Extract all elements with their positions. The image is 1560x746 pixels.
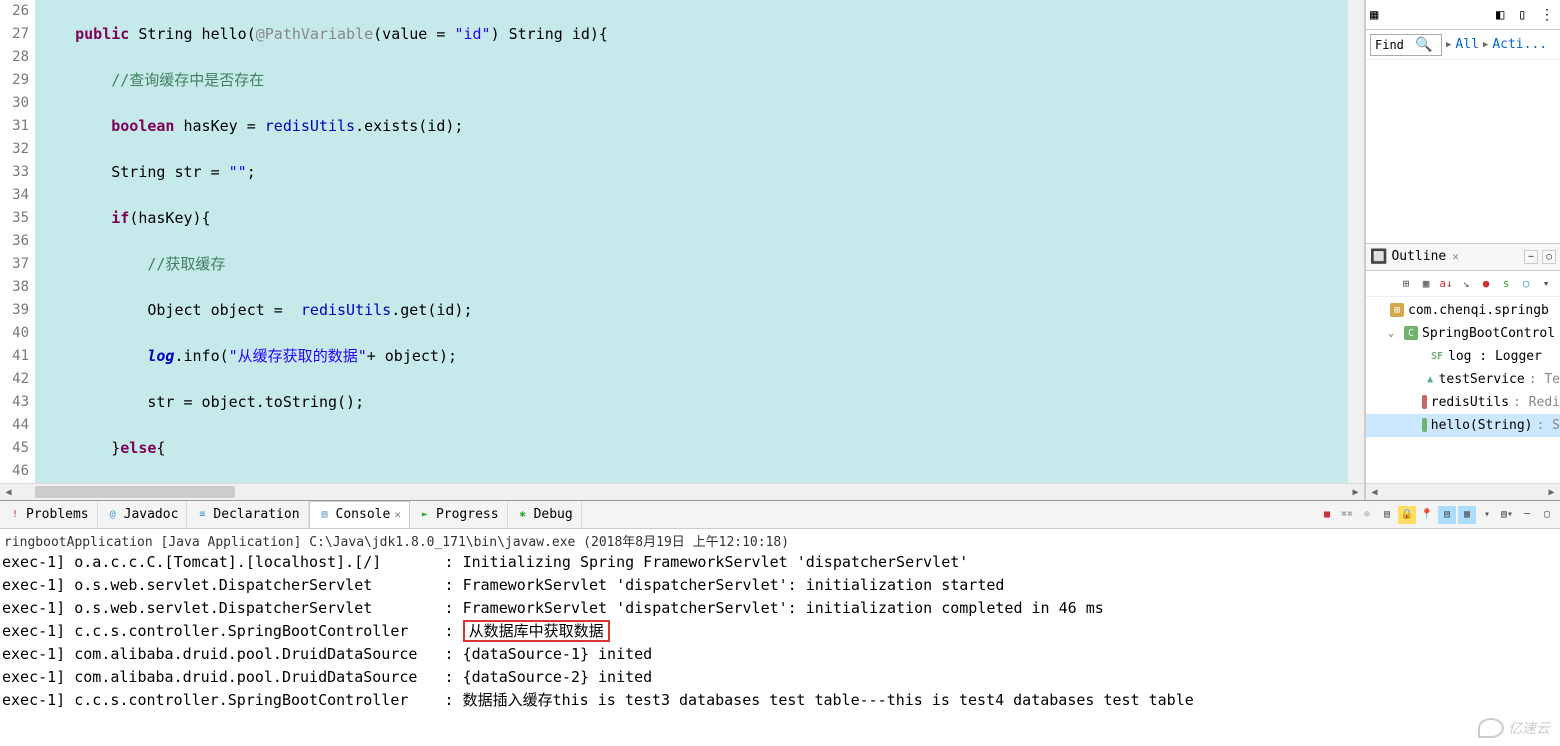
open-console-button[interactable]: ▾ bbox=[1478, 506, 1496, 524]
line-gutter: 2627282930313233343536373839404142434445… bbox=[0, 0, 35, 483]
remove-button[interactable]: ✖✖ bbox=[1338, 506, 1356, 524]
grn-icon bbox=[1422, 418, 1427, 432]
terminate-button[interactable]: ■ bbox=[1318, 506, 1336, 524]
tab-icon: @ bbox=[106, 508, 120, 522]
find-input[interactable]: 🔍 bbox=[1370, 34, 1442, 56]
scroll-right-icon[interactable]: ▶ bbox=[1347, 487, 1364, 498]
outline-item[interactable]: ▲testService : Te bbox=[1366, 368, 1560, 391]
editor-vscroll[interactable] bbox=[1347, 0, 1364, 483]
watermark-logo-icon bbox=[1478, 718, 1504, 738]
outline-toolbar: ⊞ ▦ a↓ ↘ ● s ○ ▾ bbox=[1366, 271, 1560, 297]
sort-icon[interactable]: ▦ bbox=[1418, 275, 1434, 291]
console-output[interactable]: exec-1] o.a.c.c.C.[Tomcat].[localhost].[… bbox=[0, 551, 1560, 746]
outline-hscroll[interactable]: ◀ ▶ bbox=[1366, 483, 1560, 500]
max-button[interactable]: ▢ bbox=[1538, 506, 1556, 524]
tri-icon: ▲ bbox=[1426, 372, 1435, 386]
tab-icon: ✱ bbox=[516, 508, 530, 522]
outline-item[interactable]: ⊞com.chenqi.springb bbox=[1366, 299, 1560, 322]
toolbar-icon[interactable]: ▯ bbox=[1518, 7, 1534, 23]
toolbar-icon[interactable]: ⋮ bbox=[1540, 7, 1556, 23]
tab-progress[interactable]: ►Progress bbox=[410, 501, 508, 528]
remove-all-button[interactable]: ⊗ bbox=[1358, 506, 1376, 524]
tab-declaration[interactable]: ≡Declaration bbox=[187, 501, 308, 528]
console-line: exec-1] o.s.web.servlet.DispatcherServle… bbox=[2, 574, 1560, 597]
console-line: exec-1] c.c.s.controller.SpringBootContr… bbox=[2, 620, 1560, 643]
find-all-link[interactable]: All bbox=[1455, 37, 1478, 52]
console-line: exec-1] com.alibaba.druid.pool.DruidData… bbox=[2, 643, 1560, 666]
pin-button[interactable]: 📍 bbox=[1418, 506, 1436, 524]
code-editor[interactable]: public String hello(@PathVariable(value … bbox=[35, 0, 1347, 483]
outline-header: 🔲 Outline ✕ ─ ▢ bbox=[1366, 243, 1560, 271]
filter-icon[interactable]: s bbox=[1498, 275, 1514, 291]
cls-icon: C bbox=[1404, 326, 1418, 340]
console-line: exec-1] com.alibaba.druid.pool.DruidData… bbox=[2, 666, 1560, 689]
close-icon[interactable]: ✕ bbox=[1452, 250, 1459, 263]
sf-icon: SF bbox=[1430, 349, 1444, 363]
console-line: exec-1] c.c.s.controller.SpringBootContr… bbox=[2, 689, 1560, 712]
chevron-right-icon: ▶ bbox=[1483, 40, 1488, 50]
watermark: 亿速云 bbox=[1478, 718, 1550, 738]
chevron-right-icon: ▶ bbox=[1446, 40, 1451, 50]
filter-icon[interactable]: ○ bbox=[1518, 275, 1534, 291]
outline-icon: 🔲 bbox=[1370, 249, 1387, 265]
tab-debug[interactable]: ✱Debug bbox=[508, 501, 582, 528]
console-line: exec-1] o.a.c.c.C.[Tomcat].[localhost].[… bbox=[2, 551, 1560, 574]
outline-tree[interactable]: ⊞com.chenqi.springb⌄CSpringBootControlSF… bbox=[1366, 297, 1560, 484]
menu-icon[interactable]: ▾ bbox=[1538, 275, 1554, 291]
tab-javadoc[interactable]: @Javadoc bbox=[98, 501, 188, 528]
outline-title: Outline bbox=[1391, 249, 1446, 264]
minimize-button[interactable]: ─ bbox=[1524, 250, 1538, 264]
pkg-icon: ⊞ bbox=[1390, 303, 1404, 317]
tab-icon: ≡ bbox=[195, 508, 209, 522]
outline-item[interactable]: ⌄CSpringBootControl bbox=[1366, 322, 1560, 345]
toolbar-icon[interactable]: ▦ bbox=[1370, 7, 1386, 23]
maximize-button[interactable]: ▢ bbox=[1542, 250, 1556, 264]
focus-icon[interactable]: ⊞ bbox=[1398, 275, 1414, 291]
tab-icon: ▤ bbox=[318, 508, 332, 522]
editor-hscroll[interactable]: ◀ ▶ bbox=[0, 483, 1364, 500]
sq-icon bbox=[1422, 395, 1427, 409]
scroll-lock-button[interactable]: 🔒 bbox=[1398, 506, 1416, 524]
filter-icon[interactable]: ● bbox=[1478, 275, 1494, 291]
outline-item[interactable]: SFlog : Logger bbox=[1366, 345, 1560, 368]
scroll-thumb[interactable] bbox=[35, 486, 235, 498]
right-panel: ▦ ◧ ▯ ⋮ 🔍 ▶ All ▶ Acti... 🔲 Outline ✕ ─ … bbox=[1365, 0, 1560, 500]
editor-area: 2627282930313233343536373839404142434445… bbox=[0, 0, 1365, 500]
tab-icon: ► bbox=[418, 508, 432, 522]
tab-problems[interactable]: !Problems bbox=[0, 501, 98, 528]
tab-bar: !Problems@Javadoc≡Declaration▤Console✕►P… bbox=[0, 501, 1560, 529]
tab-icon: ! bbox=[8, 508, 22, 522]
bottom-panel: !Problems@Javadoc≡Declaration▤Console✕►P… bbox=[0, 500, 1560, 746]
display-button[interactable]: ▤ bbox=[1438, 506, 1456, 524]
toolbar-icon[interactable]: ◧ bbox=[1496, 7, 1512, 23]
console-subtitle: ringbootApplication [Java Application] C… bbox=[0, 529, 1560, 551]
hide-icon[interactable]: ↘ bbox=[1458, 275, 1474, 291]
outline-item[interactable]: redisUtils : Redi bbox=[1366, 391, 1560, 414]
scroll-right-icon[interactable]: ▶ bbox=[1543, 487, 1560, 498]
find-activate-link[interactable]: Acti... bbox=[1492, 37, 1547, 52]
clear-button[interactable]: ▤ bbox=[1378, 506, 1396, 524]
console-line: exec-1] o.s.web.servlet.DispatcherServle… bbox=[2, 597, 1560, 620]
new-console-button[interactable]: ▤▾ bbox=[1498, 506, 1516, 524]
tab-console[interactable]: ▤Console✕ bbox=[309, 501, 410, 528]
outline-item[interactable]: hello(String) : S bbox=[1366, 414, 1560, 437]
search-icon[interactable]: 🔍 bbox=[1415, 37, 1432, 53]
close-icon[interactable]: ✕ bbox=[394, 508, 401, 521]
scroll-left-icon[interactable]: ◀ bbox=[0, 487, 17, 498]
display-button[interactable]: ▦ bbox=[1458, 506, 1476, 524]
min-button[interactable]: ─ bbox=[1518, 506, 1536, 524]
az-icon[interactable]: a↓ bbox=[1438, 275, 1454, 291]
scroll-left-icon[interactable]: ◀ bbox=[1366, 487, 1383, 498]
